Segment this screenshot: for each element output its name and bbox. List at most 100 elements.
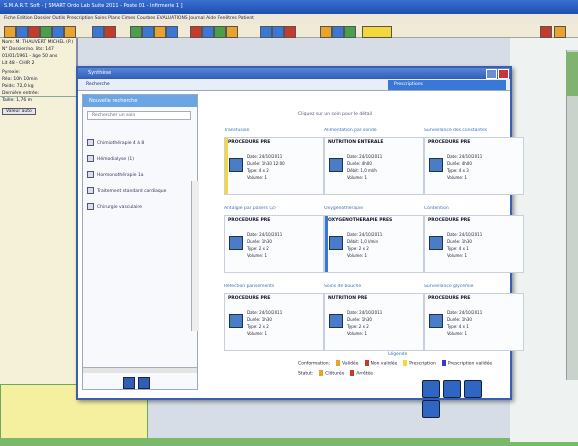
care-card[interactable]: Oxygénothérapie OXYGENOTHERAPIE PRES Dat… — [324, 206, 424, 274]
care-icon — [429, 314, 443, 328]
card-body: PROCEDURE PRE Date: 24/10/2011 Durée: 1h3… — [224, 215, 324, 273]
new-search-header[interactable]: Nouvelle recherche — [83, 95, 197, 107]
legend-row-status: Statut: Clôturée Arrêtée — [298, 370, 373, 377]
toolbar-button-12[interactable] — [166, 26, 178, 38]
card-detail: Volume: 1 — [347, 331, 368, 336]
right-indicator — [566, 52, 578, 96]
card-status-bar — [325, 216, 328, 272]
close-icon[interactable] — [498, 69, 509, 79]
legend-swatch — [350, 370, 355, 376]
toolbar-button-10[interactable] — [142, 26, 154, 38]
card-detail: Débit: 1,0 ml/h — [347, 168, 377, 173]
toolbar-button-18[interactable] — [272, 26, 284, 38]
legend-swatch — [319, 370, 324, 376]
legend: Légende Conformation: Validée Non validée P… — [298, 352, 498, 380]
patient-panel: Nom: M. THAUVERT MICHEL (P.) N° Dossier/… — [0, 38, 78, 442]
folder-icon — [87, 171, 94, 178]
patient-info-3: Poids: 72,0 kg — [2, 84, 34, 89]
card-body: PROCEDURE PRE Date: 24/10/2011 Durée: 1h3… — [424, 215, 524, 273]
search-input[interactable]: Rechercher un soin — [87, 111, 191, 120]
menu-bar[interactable]: Fiche Edition Dossier Outils Prescriptio… — [0, 14, 578, 24]
prev-icon[interactable] — [123, 377, 135, 389]
card-detail: Volume: 1 — [447, 331, 468, 336]
toolbar-button-right-1[interactable] — [540, 26, 552, 38]
main-scrollbar[interactable] — [566, 50, 578, 380]
toolbar-button-16[interactable] — [226, 26, 238, 38]
card-detail: Type: 4 x 1 — [447, 246, 469, 251]
toolbar-button-14[interactable] — [202, 26, 214, 38]
toolbar-button-13[interactable] — [190, 26, 202, 38]
sidebar-item[interactable]: Traitement standard cardiaque — [87, 187, 191, 197]
toolbar-button-right-2[interactable] — [554, 26, 566, 38]
care-card[interactable]: Antalgie par paliers (2) PROCEDURE PRE D… — [224, 206, 324, 274]
card-body: NUTRITION PRE Date: 24/10/2011 Durée: 1h3… — [324, 293, 424, 351]
card-body: OXYGENOTHERAPIE PRES Date: 24/10/2011 Déb… — [324, 215, 424, 273]
card-detail: Date: 24/10/2011 — [347, 232, 383, 237]
search-tab[interactable]: Recherche — [86, 82, 110, 87]
toolbar-button-20[interactable] — [320, 26, 332, 38]
card-detail: Type: 2 x 2 — [247, 246, 269, 251]
toolbar-button-17[interactable] — [260, 26, 272, 38]
card-detail: Date: 24/10/2011 — [447, 232, 483, 237]
dialog-title-bar: Synthèse — [78, 68, 510, 79]
card-title: Surveillance des constantes — [424, 128, 488, 133]
toolbar-button-4[interactable] — [40, 26, 52, 38]
care-card[interactable]: Transfusion PROCEDURE PRE Date: 24/10/20… — [224, 128, 324, 196]
toolbar-button-1[interactable] — [4, 26, 16, 38]
card-detail: Type: 2 x 2 — [347, 246, 369, 251]
toolbar-button-15[interactable] — [214, 26, 226, 38]
refresh-icon[interactable] — [422, 400, 440, 418]
legend-swatch — [336, 360, 341, 366]
care-card[interactable]: Soins de bouche NUTRITION PRE Date: 24/1… — [324, 284, 424, 352]
toolbar-button-8[interactable] — [104, 26, 116, 38]
card-id: PROCEDURE PRE — [428, 140, 471, 145]
sidebar-hscrollbar[interactable] — [83, 367, 197, 373]
sidebar-item[interactable]: Chirurgie vasculaire — [87, 203, 191, 213]
toolbar-button-3[interactable] — [28, 26, 40, 38]
card-detail: Volume: 1 — [447, 253, 468, 258]
patient-bed: Lit 48 - CHIR 2 — [2, 61, 35, 66]
toolbar-button-22[interactable] — [344, 26, 356, 38]
menu-items[interactable]: Fiche Edition Dossier Outils Prescriptio… — [4, 16, 254, 21]
card-detail: Débit: 1,0 l/min — [347, 239, 379, 244]
toolbar-button-5[interactable] — [52, 26, 64, 38]
card-detail: Durée: 1h30 — [247, 239, 272, 244]
toolbar-button-21[interactable] — [332, 26, 344, 38]
help-icon[interactable] — [464, 380, 482, 398]
tools-icon[interactable] — [443, 380, 461, 398]
care-card[interactable]: Alimentation par sonde NUTRITION ENTERAL… — [324, 128, 424, 196]
sidebar-item[interactable]: Hormonothérapie 1a — [87, 171, 191, 181]
card-id: PROCEDURE PRE — [428, 296, 471, 301]
toolbar-button-19[interactable] — [284, 26, 296, 38]
card-detail: Durée: 4h00 — [447, 161, 472, 166]
toolbar-button-7[interactable] — [92, 26, 104, 38]
toolbar-field[interactable] — [362, 26, 392, 38]
rss-icon[interactable] — [422, 380, 440, 398]
care-card[interactable]: Surveillance glycémie PROCEDURE PRE Date… — [424, 284, 524, 352]
sidebar-item[interactable]: Hémodialyse (1) — [87, 155, 191, 165]
legend-swatch — [403, 360, 408, 366]
prescriptions-band[interactable]: Prescriptions — [388, 80, 506, 90]
card-id: NUTRITION PRE — [328, 296, 368, 301]
sidebar-scrollbar[interactable] — [191, 181, 199, 331]
sidebar-item-label: Hémodialyse (1) — [97, 157, 134, 162]
card-detail: Date: 24/10/2011 — [247, 232, 283, 237]
patient-birth: 01/01/1961 - âge 50 ans — [2, 54, 58, 59]
card-detail: Type: 2 x 2 — [347, 324, 369, 329]
toolbar-button-9[interactable] — [130, 26, 142, 38]
card-detail: Durée: 4h00 — [347, 161, 372, 166]
toolbar-button-11[interactable] — [154, 26, 166, 38]
toolbar-button-2[interactable] — [16, 26, 28, 38]
sidebar-item[interactable]: Chimiothérapie 4 à 8 — [87, 139, 191, 149]
toolbar-button-6[interactable] — [64, 26, 76, 38]
care-card[interactable]: Réfection pansements PROCEDURE PRE Date:… — [224, 284, 324, 352]
card-detail: Date: 24/10/2011 — [247, 154, 283, 159]
care-card[interactable]: Surveillance des constantes PROCEDURE PR… — [424, 128, 524, 196]
auto-value-button[interactable]: Valeur auto — [2, 108, 36, 115]
next-icon[interactable] — [138, 377, 150, 389]
card-detail: Volume: 1 — [447, 175, 468, 180]
card-detail: Volume: 1 — [247, 253, 268, 258]
card-body: PROCEDURE PRE Date: 24/10/2011 Durée: 1h3… — [224, 137, 324, 195]
care-card[interactable]: Contention PROCEDURE PRE Date: 24/10/201… — [424, 206, 524, 274]
minimize-button[interactable] — [486, 69, 497, 79]
